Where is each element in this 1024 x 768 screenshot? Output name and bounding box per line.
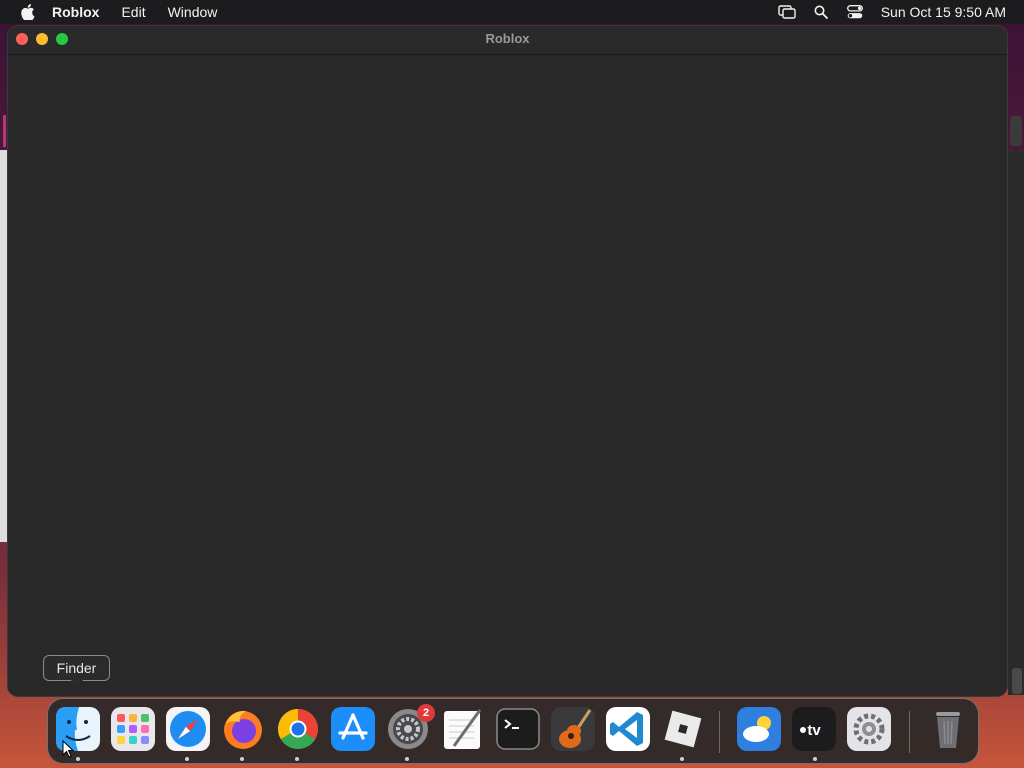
- background-window-edge-accent: [3, 115, 6, 147]
- vscode-icon[interactable]: [605, 706, 651, 752]
- app-store-icon[interactable]: [330, 706, 376, 752]
- window-content-area[interactable]: [8, 55, 1007, 696]
- weather-icon[interactable]: [736, 706, 782, 752]
- launchpad-icon[interactable]: [110, 706, 156, 752]
- dock-tooltip-arrow: [70, 679, 84, 687]
- running-indicator: [240, 757, 244, 761]
- dock-tooltip: Finder: [43, 655, 110, 681]
- spotlight-search-icon[interactable]: [811, 2, 831, 22]
- apple-menu-icon[interactable]: [18, 2, 38, 22]
- running-indicator: [76, 757, 80, 761]
- background-window-scrollbar[interactable]: [1012, 668, 1022, 694]
- control-center-icon[interactable]: [845, 2, 865, 22]
- menu-edit[interactable]: Edit: [121, 4, 145, 20]
- roblox-icon[interactable]: [660, 706, 706, 752]
- terminal-icon[interactable]: [495, 706, 541, 752]
- settings-gear-icon[interactable]: [846, 706, 892, 752]
- apple-tv-icon[interactable]: tv: [791, 706, 837, 752]
- background-window-control[interactable]: [1010, 116, 1022, 146]
- firefox-icon[interactable]: [220, 706, 266, 752]
- running-indicator: [295, 757, 299, 761]
- roblox-window: Roblox: [8, 26, 1007, 696]
- trash-icon[interactable]: [925, 706, 971, 752]
- running-indicator: [813, 757, 817, 761]
- mouse-cursor-icon: [62, 740, 74, 758]
- safari-icon[interactable]: [165, 706, 211, 752]
- background-window-edge-right[interactable]: [1008, 150, 1024, 695]
- running-indicator: [405, 757, 409, 761]
- background-window-edge-left[interactable]: [0, 150, 8, 542]
- notification-badge: 2: [417, 704, 435, 722]
- running-indicator: [185, 757, 189, 761]
- dock-separator: [909, 711, 910, 753]
- menu-window[interactable]: Window: [168, 4, 218, 20]
- svg-text:tv: tv: [807, 722, 821, 739]
- menu-app-name[interactable]: Roblox: [52, 4, 99, 20]
- screen-mirroring-icon[interactable]: [777, 2, 797, 22]
- menu-bar: Roblox Edit Window Sun Oct 15 9:50 AM: [0, 0, 1024, 24]
- garageband-icon[interactable]: [550, 706, 596, 752]
- dock: 2 tv: [47, 698, 979, 764]
- textedit-icon[interactable]: [440, 706, 486, 752]
- running-indicator: [680, 757, 684, 761]
- chrome-icon[interactable]: [275, 706, 321, 752]
- dock-separator: [719, 711, 720, 753]
- window-titlebar[interactable]: Roblox: [8, 26, 1007, 55]
- menu-bar-clock[interactable]: Sun Oct 15 9:50 AM: [881, 4, 1006, 20]
- window-title: Roblox: [485, 31, 530, 46]
